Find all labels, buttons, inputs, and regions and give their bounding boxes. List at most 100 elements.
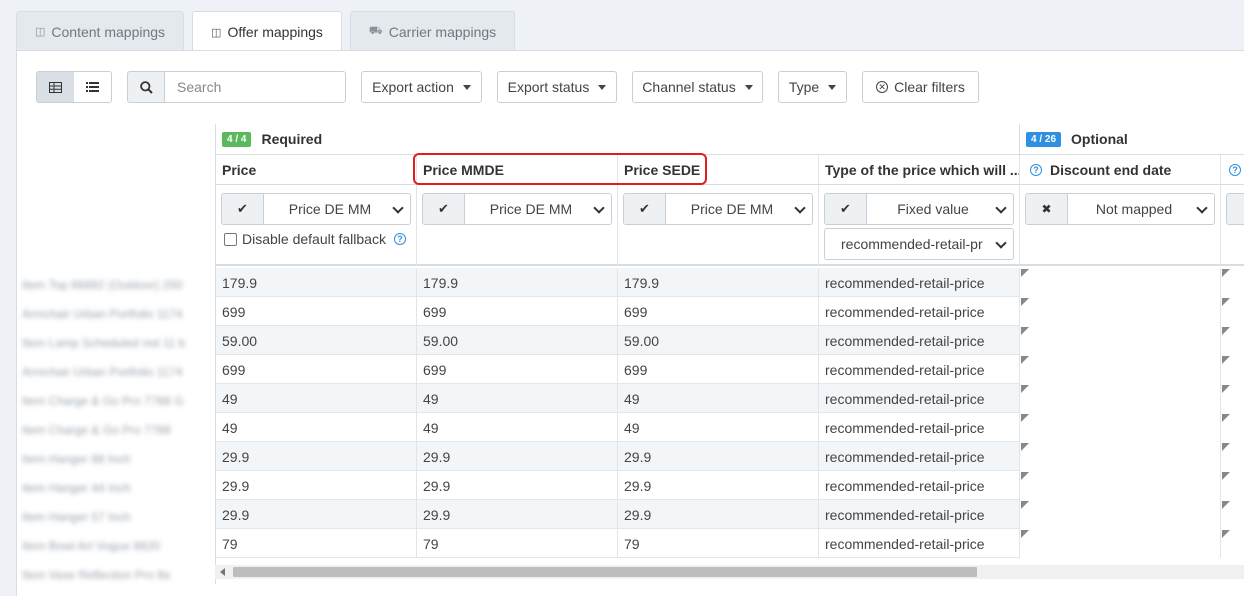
table-cell-sede[interactable]: 29.9 [618,442,819,471]
table-cell-sede[interactable]: 79 [618,529,819,558]
table-row[interactable]: 29.9 29.9 29.9 recommended-retail-price [216,471,1244,500]
table-cell-price[interactable]: 699 [216,297,417,326]
table-row[interactable]: 49 49 49 recommended-retail-price [216,384,1244,413]
table-row[interactable]: 79 79 79 recommended-retail-price [216,529,1244,558]
mapping-select-next[interactable] [1226,193,1244,225]
table-cell-type[interactable]: recommended-retail-price [819,297,1020,326]
table-cell-price[interactable]: 29.9 [216,471,417,500]
tab-content-mappings[interactable]: ◫ Content mappings [16,11,185,51]
table-cell-type[interactable]: recommended-retail-price [819,471,1020,500]
table-cell-price[interactable]: 79 [216,529,417,558]
table-cell-sede[interactable]: 29.9 [618,471,819,500]
table-row[interactable]: 699 699 699 recommended-retail-price [216,297,1244,326]
tab-carrier-mappings[interactable]: ⛟ Carrier mappings [349,11,516,51]
table-cell-type[interactable]: recommended-retail-price [819,384,1020,413]
table-row[interactable]: 59.00 59.00 59.00 recommended-retail-price [216,326,1244,355]
scrollbar-thumb[interactable] [233,567,977,577]
table-cell-price[interactable]: 29.9 [216,500,417,529]
table-cell-price[interactable]: 49 [216,384,417,413]
table-cell-mmde[interactable]: 29.9 [417,471,618,500]
table-cell-price[interactable]: 29.9 [216,442,417,471]
mapping-select-price-type[interactable]: ✔ Fixed value [824,193,1014,225]
table-cell-next[interactable] [1221,268,1244,297]
mapping-select-price-mmde[interactable]: ✔ Price DE MM [422,193,612,225]
table-cell-type[interactable]: recommended-retail-price [819,413,1020,442]
table-row[interactable]: 179.9 179.9 179.9 recommended-retail-price [216,268,1244,297]
table-cell-type[interactable]: recommended-retail-price [819,326,1020,355]
table-row[interactable]: 29.9 29.9 29.9 recommended-retail-price [216,442,1244,471]
table-cell-next[interactable] [1221,500,1244,529]
fallback-checkbox[interactable] [224,232,237,246]
table-cell-sede[interactable]: 59.00 [618,326,819,355]
column-header-price[interactable]: Price [216,155,417,185]
table-cell-mmde[interactable]: 29.9 [417,500,618,529]
export-status-dropdown[interactable]: Export status [497,71,617,103]
table-cell-price[interactable]: 699 [216,355,417,384]
table-cell-discount-end-date[interactable] [1020,471,1221,500]
table-cell-next[interactable] [1221,529,1244,558]
table-cell-mmde[interactable]: 79 [417,529,618,558]
table-cell-next[interactable] [1221,471,1244,500]
help-icon[interactable]: ? [1030,163,1042,176]
table-cell-discount-end-date[interactable] [1020,297,1221,326]
table-cell-type[interactable]: recommended-retail-price [819,355,1020,384]
help-icon[interactable]: ? [1229,163,1241,176]
table-cell-discount-end-date[interactable] [1020,384,1221,413]
list-view-button[interactable] [74,72,111,102]
scroll-left-icon[interactable] [220,568,225,576]
table-cell-type[interactable]: recommended-retail-price [819,442,1020,471]
tab-offer-mappings[interactable]: ◫ Offer mappings [192,11,342,52]
table-cell-type[interactable]: recommended-retail-price [819,500,1020,529]
table-cell-next[interactable] [1221,297,1244,326]
table-cell-next[interactable] [1221,442,1244,471]
table-cell-next[interactable] [1221,355,1244,384]
table-cell-sede[interactable]: 179.9 [618,268,819,297]
mapping-select-price[interactable]: ✔ Price DE MM [221,193,411,225]
disable-fallback-option[interactable]: Disable default fallback ? [224,231,414,247]
table-cell-mmde[interactable]: 49 [417,413,618,442]
mapping-select-discount-end-date[interactable]: ✖ Not mapped [1025,193,1215,225]
table-cell-discount-end-date[interactable] [1020,413,1221,442]
table-cell-price[interactable]: 59.00 [216,326,417,355]
table-cell-price[interactable]: 179.9 [216,268,417,297]
table-cell-type[interactable]: recommended-retail-price [819,268,1020,297]
table-cell-sede[interactable]: 699 [618,297,819,326]
table-row[interactable]: 29.9 29.9 29.9 recommended-retail-price [216,500,1244,529]
table-cell-price[interactable]: 49 [216,413,417,442]
clear-filters-button[interactable]: ✕ Clear filters [862,71,979,103]
table-cell-mmde[interactable]: 699 [417,355,618,384]
table-row[interactable]: 49 49 49 recommended-retail-price [216,413,1244,442]
table-cell-next[interactable] [1221,326,1244,355]
table-cell-sede[interactable]: 699 [618,355,819,384]
table-cell-discount-end-date[interactable] [1020,500,1221,529]
table-cell-discount-end-date[interactable] [1020,326,1221,355]
table-cell-discount-end-date[interactable] [1020,355,1221,384]
table-cell-mmde[interactable]: 49 [417,384,618,413]
table-cell-discount-end-date[interactable] [1020,268,1221,297]
table-cell-mmde[interactable]: 29.9 [417,442,618,471]
search-input[interactable] [164,71,346,103]
export-action-dropdown[interactable]: Export action [361,71,482,103]
table-cell-sede[interactable]: 49 [618,413,819,442]
grid-view-button[interactable] [37,72,74,102]
column-header-price-type[interactable]: Type of the price which will ... [819,155,1020,185]
mapping-select-price-sede[interactable]: ✔ Price DE MM [623,193,813,225]
table-cell-discount-end-date[interactable] [1020,529,1221,558]
table-cell-next[interactable] [1221,384,1244,413]
table-cell-sede[interactable]: 49 [618,384,819,413]
channel-status-dropdown[interactable]: Channel status [632,71,763,103]
table-row[interactable]: 699 699 699 recommended-retail-price [216,355,1244,384]
search-icon[interactable] [127,71,165,103]
type-dropdown[interactable]: Type [778,71,847,103]
table-cell-sede[interactable]: 29.9 [618,500,819,529]
table-cell-mmde[interactable]: 699 [417,297,618,326]
horizontal-scrollbar[interactable] [215,565,1244,579]
table-cell-mmde[interactable]: 179.9 [417,268,618,297]
table-cell-discount-end-date[interactable] [1020,442,1221,471]
help-icon[interactable]: ? [393,233,406,245]
table-cell-type[interactable]: recommended-retail-price [819,529,1020,558]
column-header-next[interactable]: ? [1221,155,1244,185]
column-header-discount-end-date[interactable]: ? Discount end date [1020,155,1221,185]
table-cell-mmde[interactable]: 59.00 [417,326,618,355]
fixed-value-select[interactable]: recommended-retail-pr [824,228,1014,260]
